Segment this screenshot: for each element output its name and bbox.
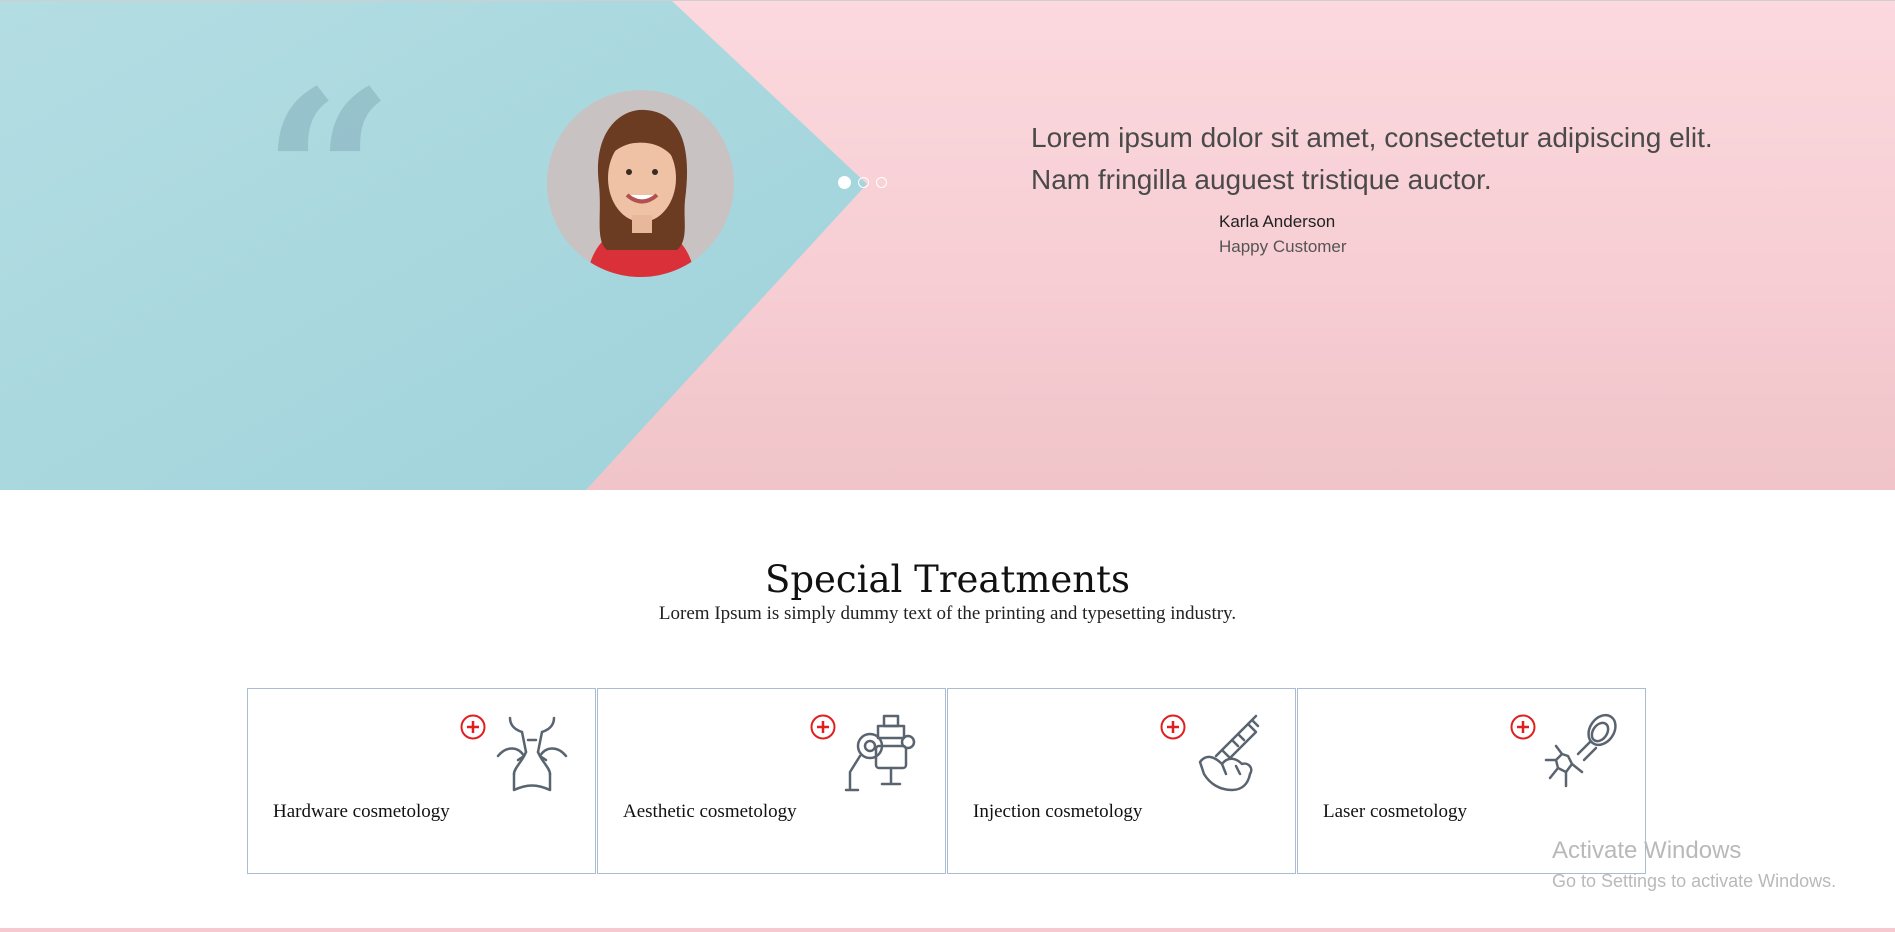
activation-watermark-subtitle: Go to Settings to activate Windows. [1552, 871, 1837, 891]
testimonial-author: Karla Anderson [1219, 212, 1336, 231]
plus-circle-icon[interactable] [1510, 714, 1536, 740]
testimonial-section: “ Lorem ipsum dolor sit amet, consectetu… [0, 0, 1895, 490]
treatment-label: Injection cosmetology [973, 801, 1143, 822]
slider-dot-3[interactable] [876, 177, 887, 188]
slider-dot-2[interactable] [858, 177, 869, 188]
treatment-label: Aesthetic cosmetology [623, 801, 797, 822]
treatment-label: Hardware cosmetology [273, 801, 450, 822]
plus-circle-icon[interactable] [810, 714, 836, 740]
treatments-list: Hardware cosmetology Aesthetic cosmetolo… [247, 688, 1646, 874]
footer-divider [0, 928, 1895, 932]
plus-circle-icon[interactable] [1160, 714, 1186, 740]
section-subtitle: Lorem Ipsum is simply dummy text of the … [658, 603, 1237, 624]
treatment-card-hardware[interactable]: Hardware cosmetology [247, 688, 596, 874]
slider-dot-1[interactable] [838, 176, 851, 189]
quote-icon: “ [262, 41, 395, 311]
laser-device-icon [1544, 713, 1617, 788]
syringe-hand-icon [1198, 714, 1260, 792]
testimonial-role: Happy Customer [1219, 237, 1347, 256]
customer-avatar [547, 90, 734, 277]
treatment-card-injection[interactable]: Injection cosmetology [947, 688, 1296, 874]
treatment-label: Laser cosmetology [1323, 801, 1468, 822]
treatment-card-aesthetic[interactable]: Aesthetic cosmetology [597, 688, 946, 874]
activation-watermark-title: Activate Windows [1552, 837, 1742, 864]
body-shaping-icon [496, 716, 568, 792]
slider-dots [838, 176, 887, 189]
aesthetic-device-icon [844, 714, 916, 792]
testimonial-quote: Lorem ipsum dolor sit amet, consectetur … [1031, 122, 1713, 195]
section-title: Special Treatments [765, 558, 1130, 601]
plus-circle-icon[interactable] [460, 714, 486, 740]
